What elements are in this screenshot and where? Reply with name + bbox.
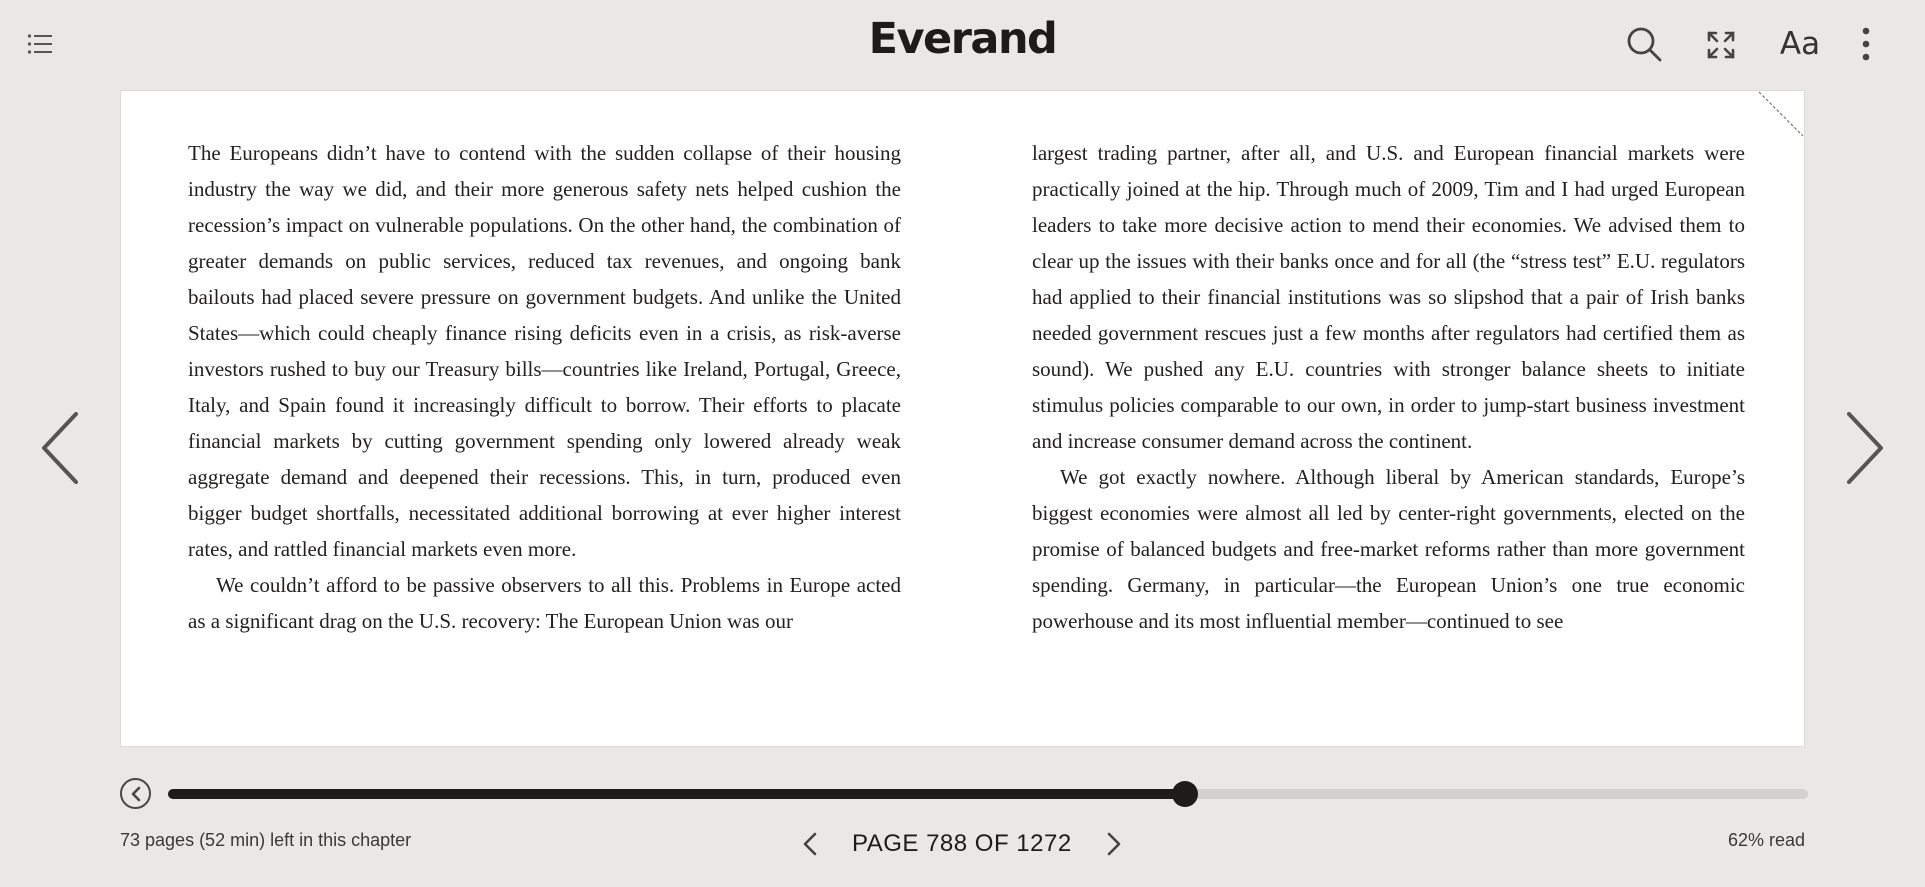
paragraph: The Europeans didn’t have to contend wit…	[188, 141, 901, 561]
next-page-arrow[interactable]	[1835, 408, 1895, 488]
right-column: largest trading partner, after all, and …	[1032, 135, 1745, 639]
top-bar: Everand Aa	[0, 0, 1925, 90]
book-page: The Europeans didn’t have to contend wit…	[120, 90, 1805, 747]
font-settings-button[interactable]: Aa	[1776, 22, 1824, 66]
bookmark-corner[interactable]	[1754, 91, 1804, 141]
chevron-left-icon	[42, 412, 78, 484]
progress-slider-handle[interactable]	[1171, 781, 1198, 807]
paragraph: We couldn’t afford to be passive observe…	[188, 573, 901, 633]
reading-progress	[120, 776, 1808, 812]
percent-read-label: 62% read	[1727, 830, 1805, 850]
previous-page-arrow[interactable]	[30, 408, 90, 488]
fullscreen-button[interactable]	[1700, 24, 1742, 66]
chevron-left-icon	[803, 832, 817, 856]
search-icon	[1627, 27, 1662, 62]
paragraph: largest trading partner, after all, and …	[1032, 141, 1745, 453]
back-circle-icon	[131, 786, 140, 801]
progress-track[interactable]	[168, 781, 1808, 807]
jump-back-button[interactable]	[120, 778, 151, 809]
progress-fill	[168, 789, 1185, 799]
more-options-button[interactable]	[1852, 22, 1880, 66]
chapter-remaining-text: 73 pages (52 min) left in this chapter	[120, 830, 412, 850]
chevron-right-icon	[1847, 412, 1883, 484]
previous-page-button[interactable]	[790, 824, 830, 864]
fullscreen-icon	[1707, 31, 1735, 59]
paragraph: We got exactly nowhere. Although liberal…	[1032, 465, 1745, 633]
chevron-right-icon	[1107, 832, 1120, 856]
next-page-button[interactable]	[1094, 824, 1134, 864]
more-vertical-icon	[1862, 27, 1870, 61]
search-button[interactable]	[1622, 22, 1666, 66]
page-indicator: PAGE 788 OF 1272	[852, 830, 1072, 857]
page-navigator: PAGE 788 OF 1272	[790, 822, 1134, 866]
left-column: The Europeans didn’t have to contend wit…	[188, 135, 901, 639]
